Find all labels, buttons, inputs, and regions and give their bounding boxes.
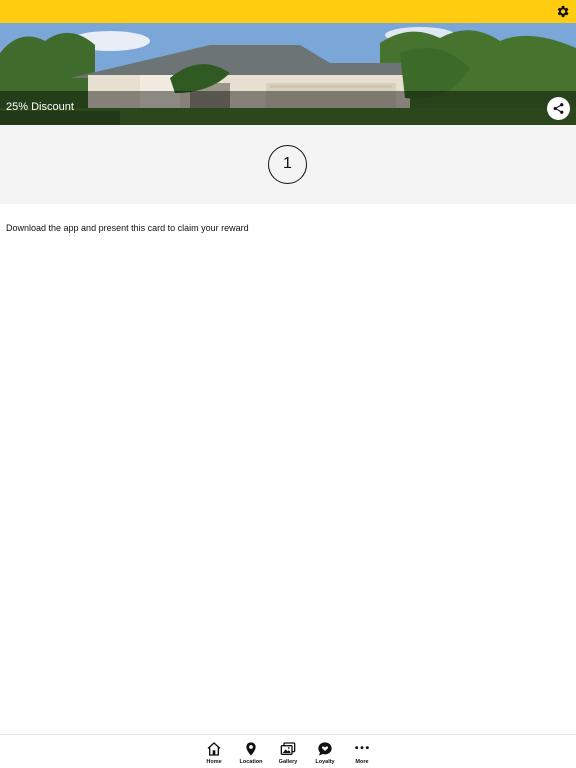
tab-label: Loyalty [315, 759, 335, 765]
more-icon [355, 746, 369, 750]
tab-location[interactable]: Location [233, 741, 269, 768]
loyalty-icon [318, 742, 332, 756]
reward-instructions: Download the app and present this card t… [6, 223, 249, 233]
location-pin-icon [246, 742, 256, 756]
tab-home[interactable]: Home [196, 741, 232, 768]
share-icon [553, 103, 564, 114]
top-bar [0, 0, 576, 23]
share-button[interactable] [547, 97, 570, 120]
tab-label: Location [239, 759, 263, 765]
tab-loyalty[interactable]: Loyalty [307, 741, 343, 768]
bottom-tab-bar: Home Location Gallery Loyalty More [0, 734, 576, 768]
hero-caption-overlay [0, 91, 576, 125]
gear-icon[interactable] [555, 4, 570, 19]
tab-label: Home [206, 759, 222, 765]
tab-label: Gallery [278, 759, 298, 765]
hero-title: 25% Discount [6, 101, 74, 113]
tab-more[interactable]: More [344, 741, 380, 768]
loyalty-stamp[interactable]: 1 [268, 145, 307, 184]
tab-label: More [355, 759, 369, 765]
gallery-icon [280, 742, 296, 755]
hero-banner: 25% Discount [0, 23, 576, 125]
tab-gallery[interactable]: Gallery [270, 741, 306, 768]
home-icon [207, 742, 221, 756]
loyalty-stamp-area: 1 [0, 125, 576, 204]
